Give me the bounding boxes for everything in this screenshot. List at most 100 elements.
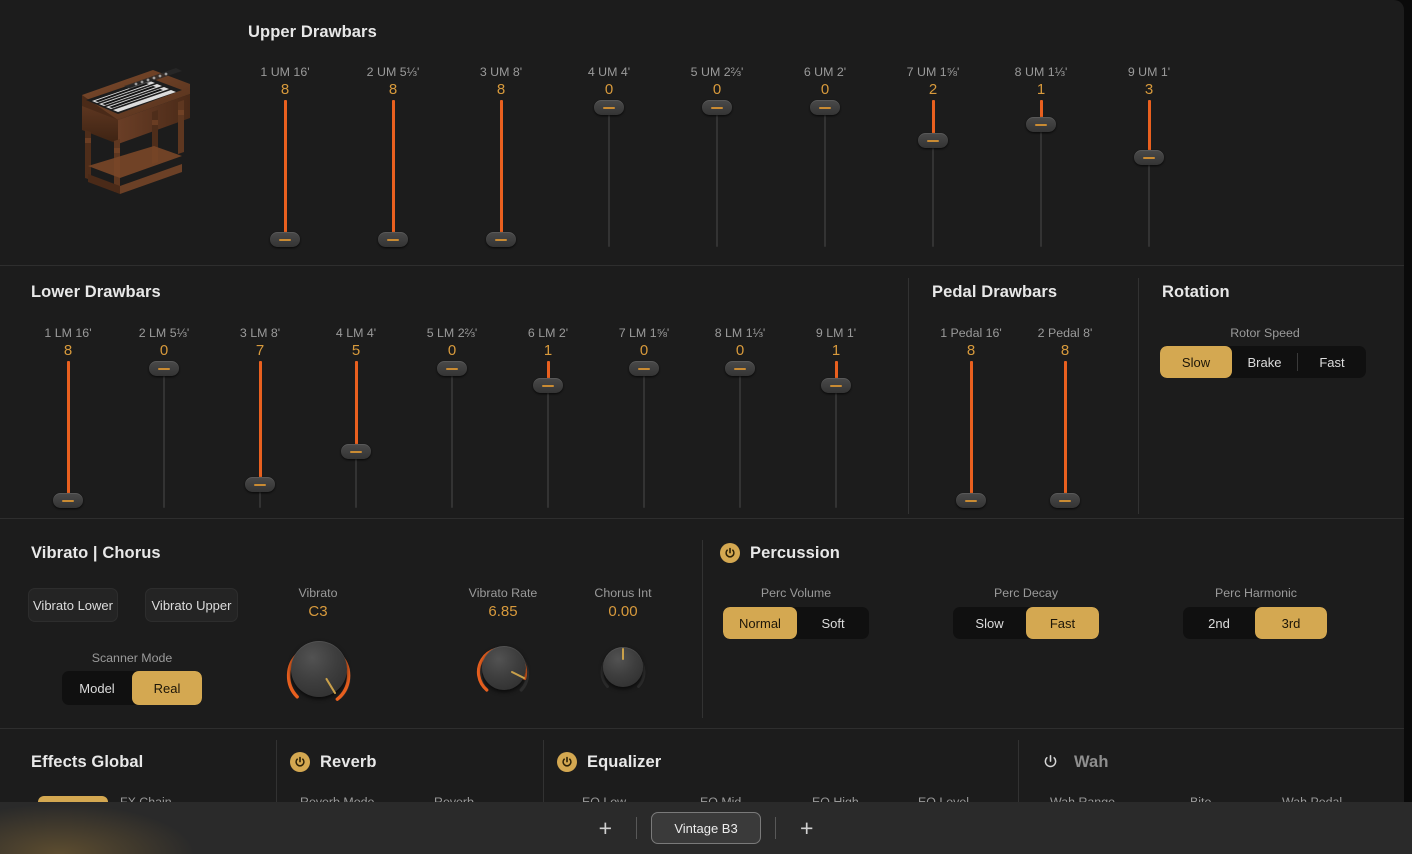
- scanner-mode-option-model[interactable]: Model: [62, 671, 132, 705]
- slider-thumb[interactable]: [956, 493, 986, 508]
- lower-drawbar-5-slider[interactable]: [412, 361, 492, 508]
- lower-drawbar-9-slider[interactable]: [796, 361, 876, 508]
- perc-volume-option-soft[interactable]: Soft: [797, 607, 869, 639]
- lower-drawbar-6[interactable]: 6 LM 2'1: [508, 326, 588, 508]
- pedal-drawbar-2-slider[interactable]: [1025, 361, 1105, 508]
- slider-thumb[interactable]: [486, 232, 516, 247]
- lower-drawbar-8[interactable]: 8 LM 1⅓'0: [700, 326, 780, 508]
- lower-drawbar-4[interactable]: 4 LM 4'5: [316, 326, 396, 508]
- chorus-int-knob[interactable]: [596, 640, 650, 694]
- upper-drawbars-title: Upper Drawbars: [248, 23, 377, 42]
- perc-decay-option-fast[interactable]: Fast: [1026, 607, 1099, 639]
- slider-thumb[interactable]: [725, 361, 755, 376]
- scanner-mode-label: Scanner Mode: [72, 651, 192, 665]
- lower-drawbar-2-label: 2 LM 5⅓': [124, 326, 204, 340]
- reverb-title: Reverb: [320, 753, 377, 772]
- upper-drawbar-3[interactable]: 3 UM 8'8: [461, 65, 541, 247]
- slider-thumb[interactable]: [270, 232, 300, 247]
- lower-drawbar-3[interactable]: 3 LM 8'7: [220, 326, 300, 508]
- slider-thumb[interactable]: [149, 361, 179, 376]
- vibrato-upper-button[interactable]: Vibrato Upper: [145, 588, 238, 622]
- slider-thumb[interactable]: [437, 361, 467, 376]
- upper-drawbar-3-slider[interactable]: [461, 100, 541, 247]
- wah-power-icon[interactable]: [1040, 751, 1060, 771]
- chorus-int-knob-value: 0.00: [563, 603, 683, 620]
- lower-drawbar-5[interactable]: 5 LM 2⅔'0: [412, 326, 492, 508]
- lower-drawbar-5-value: 0: [412, 340, 492, 361]
- upper-drawbar-2-slider[interactable]: [353, 100, 433, 247]
- slider-thumb[interactable]: [1050, 493, 1080, 508]
- perc-volume-segmented[interactable]: Normal Soft: [723, 607, 869, 639]
- perc-decay-segmented[interactable]: Slow Fast: [953, 607, 1099, 639]
- perc-harmonic-segmented[interactable]: 2nd 3rd: [1183, 607, 1327, 639]
- lower-drawbar-8-slider[interactable]: [700, 361, 780, 508]
- upper-drawbar-6[interactable]: 6 UM 2'0: [785, 65, 865, 247]
- lower-drawbar-4-value: 5: [316, 340, 396, 361]
- rotor-speed-option-slow[interactable]: Slow: [1160, 346, 1232, 378]
- lower-drawbar-1[interactable]: 1 LM 16'8: [28, 326, 108, 508]
- lower-drawbar-4-slider[interactable]: [316, 361, 396, 508]
- lower-drawbar-1-slider[interactable]: [28, 361, 108, 508]
- upper-drawbar-9[interactable]: 9 UM 1'3: [1109, 65, 1189, 247]
- lower-drawbar-9[interactable]: 9 LM 1'1: [796, 326, 876, 508]
- slider-thumb[interactable]: [1134, 150, 1164, 165]
- lower-drawbar-2[interactable]: 2 LM 5⅓'0: [124, 326, 204, 508]
- slider-fill: [259, 361, 262, 485]
- rotor-speed-segmented[interactable]: Slow Brake Fast: [1160, 346, 1366, 378]
- add-right-button[interactable]: +: [790, 811, 824, 845]
- slider-thumb[interactable]: [53, 493, 83, 508]
- slider-thumb[interactable]: [245, 477, 275, 492]
- upper-drawbar-8[interactable]: 8 UM 1⅓'1: [1001, 65, 1081, 247]
- lower-drawbar-6-slider[interactable]: [508, 361, 588, 508]
- lower-drawbar-7-slider[interactable]: [604, 361, 684, 508]
- slider-thumb[interactable]: [533, 378, 563, 393]
- vibrato-rate-knob[interactable]: [474, 638, 534, 698]
- lower-drawbar-3-slider[interactable]: [220, 361, 300, 508]
- slider-thumb[interactable]: [702, 100, 732, 115]
- upper-drawbar-2[interactable]: 2 UM 5⅓'8: [353, 65, 433, 247]
- lower-drawbar-7[interactable]: 7 LM 1⅝'0: [604, 326, 684, 508]
- slider-thumb[interactable]: [810, 100, 840, 115]
- perc-harmonic-option-2nd[interactable]: 2nd: [1183, 607, 1255, 639]
- slider-thumb[interactable]: [918, 133, 948, 148]
- perc-volume-option-normal[interactable]: Normal: [723, 607, 797, 639]
- upper-drawbar-7-label: 7 UM 1⅝': [893, 65, 973, 79]
- slider-thumb[interactable]: [1026, 117, 1056, 132]
- add-left-button[interactable]: +: [588, 811, 622, 845]
- lower-drawbar-2-slider[interactable]: [124, 361, 204, 508]
- upper-drawbar-7[interactable]: 7 UM 1⅝'2: [893, 65, 973, 247]
- upper-drawbar-9-slider[interactable]: [1109, 100, 1189, 247]
- upper-drawbar-1[interactable]: 1 UM 16'8: [245, 65, 325, 247]
- lower-drawbar-7-label: 7 LM 1⅝': [604, 326, 684, 340]
- upper-drawbar-4-slider[interactable]: [569, 100, 649, 247]
- upper-drawbar-6-slider[interactable]: [785, 100, 865, 247]
- vibrato-knob[interactable]: [281, 631, 357, 707]
- upper-drawbar-5[interactable]: 5 UM 2⅔'0: [677, 65, 757, 247]
- pedal-drawbar-2[interactable]: 2 Pedal 8'8: [1025, 326, 1105, 508]
- slider-thumb[interactable]: [594, 100, 624, 115]
- slider-thumb[interactable]: [629, 361, 659, 376]
- upper-drawbar-7-slider[interactable]: [893, 100, 973, 247]
- perc-decay-option-slow[interactable]: Slow: [953, 607, 1026, 639]
- preset-name-button[interactable]: Vintage B3: [651, 812, 760, 844]
- upper-drawbar-5-slider[interactable]: [677, 100, 757, 247]
- reverb-power-icon[interactable]: [290, 752, 310, 772]
- percussion-power-icon[interactable]: [720, 543, 740, 563]
- scanner-mode-segmented[interactable]: Model Real: [62, 671, 202, 705]
- slider-thumb[interactable]: [378, 232, 408, 247]
- upper-drawbar-1-slider[interactable]: [245, 100, 325, 247]
- rotor-speed-option-brake[interactable]: Brake: [1232, 346, 1297, 378]
- rotor-speed-option-fast[interactable]: Fast: [1298, 346, 1366, 378]
- pedal-drawbar-1[interactable]: 1 Pedal 16'8: [931, 326, 1011, 508]
- vibrato-lower-button[interactable]: Vibrato Lower: [28, 588, 118, 622]
- upper-drawbar-4[interactable]: 4 UM 4'0: [569, 65, 649, 247]
- pedal-drawbar-1-label: 1 Pedal 16': [931, 326, 1011, 340]
- pedal-drawbar-1-slider[interactable]: [931, 361, 1011, 508]
- upper-drawbar-8-slider[interactable]: [1001, 100, 1081, 247]
- wah-pedal-label: Wah Pedal: [1282, 795, 1402, 802]
- perc-harmonic-option-3rd[interactable]: 3rd: [1255, 607, 1327, 639]
- equalizer-power-icon[interactable]: [557, 752, 577, 772]
- scanner-mode-option-real[interactable]: Real: [132, 671, 202, 705]
- slider-thumb[interactable]: [341, 444, 371, 459]
- slider-thumb[interactable]: [821, 378, 851, 393]
